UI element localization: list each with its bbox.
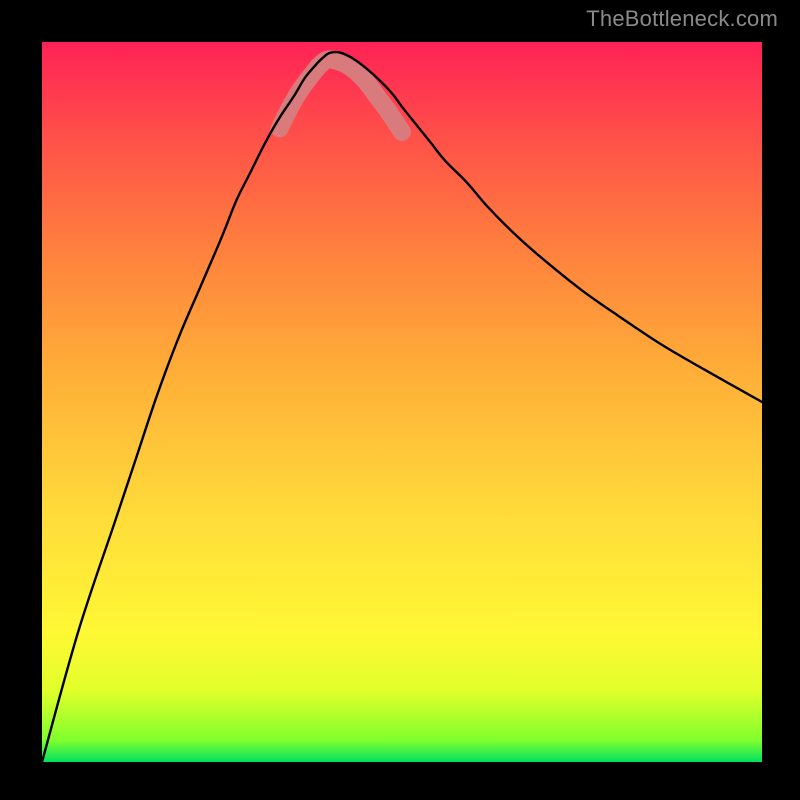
gradient-background	[42, 42, 762, 762]
bottleneck-chart-svg	[42, 42, 762, 762]
chart-frame: TheBottleneck.com	[0, 0, 800, 800]
watermark-text: TheBottleneck.com	[586, 6, 778, 32]
plot-area	[42, 42, 762, 762]
